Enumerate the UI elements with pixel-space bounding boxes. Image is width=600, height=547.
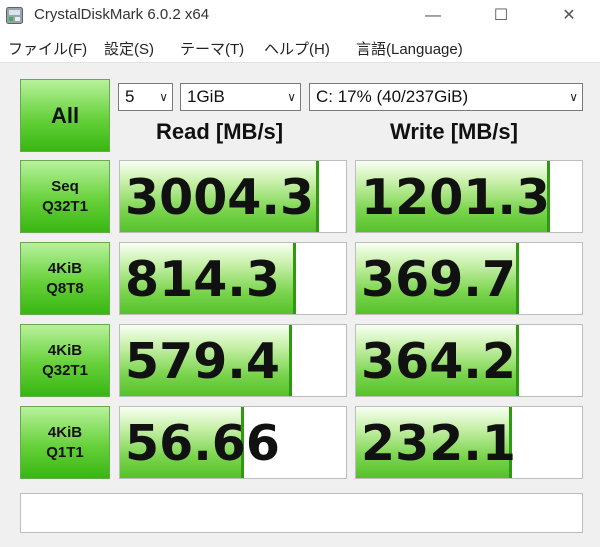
- app-icon: [6, 7, 23, 24]
- write-value: 369.7: [361, 251, 516, 308]
- write-value: 1201.3: [361, 169, 551, 226]
- menu-file[interactable]: ファイル(F): [8, 38, 87, 59]
- menu-settings[interactable]: 設定(S): [104, 38, 154, 59]
- write-header: Write [MB/s]: [390, 119, 518, 144]
- comment-input[interactable]: [20, 493, 583, 533]
- chevron-down-icon: ∨: [287, 90, 296, 104]
- title-bar: CrystalDiskMark 6.0.2 x64 — ☐ ✕: [0, 0, 600, 32]
- read-result-cell: 3004.3: [119, 160, 347, 233]
- seq-q32t1-button[interactable]: Seq Q32T1: [20, 160, 110, 233]
- read-result-cell: 56.66: [119, 406, 347, 479]
- write-value: 364.2: [361, 333, 516, 390]
- read-value: 3004.3: [125, 169, 315, 226]
- read-result-cell: 814.3: [119, 242, 347, 315]
- row-label-line2: Q8T8: [46, 279, 84, 297]
- menu-bar: ファイル(F) 設定(S) テーマ(T) ヘルプ(H) 言語(Language): [0, 32, 600, 63]
- read-value: 579.4: [125, 333, 280, 390]
- read-value: 56.66: [125, 415, 280, 472]
- read-result-cell: 579.4: [119, 324, 347, 397]
- maximize-button[interactable]: ☐: [478, 0, 524, 32]
- minimize-button[interactable]: —: [410, 0, 456, 32]
- test-size-value: 1GiB: [187, 87, 225, 106]
- row-label-line1: 4KiB: [47, 423, 83, 441]
- chevron-down-icon: ∨: [569, 90, 578, 104]
- close-button[interactable]: ✕: [546, 0, 592, 32]
- write-result-cell: 232.1: [355, 406, 583, 479]
- write-result-cell: 1201.3: [355, 160, 583, 233]
- test-size-select[interactable]: 1GiB ∨: [180, 83, 301, 111]
- window-title: CrystalDiskMark 6.0.2 x64: [34, 6, 210, 23]
- test-count-select[interactable]: 5 ∨: [118, 83, 173, 111]
- menu-language[interactable]: 言語(Language): [356, 38, 463, 59]
- menu-theme[interactable]: テーマ(T): [180, 38, 244, 59]
- row-label-line2: Q32T1: [42, 197, 88, 215]
- row-label-line2: Q1T1: [46, 443, 84, 461]
- 4kib-q8t8-button[interactable]: 4KiB Q8T8: [20, 242, 110, 315]
- drive-value: C: 17% (40/237GiB): [316, 87, 469, 106]
- write-result-cell: 364.2: [355, 324, 583, 397]
- row-label-line1: Seq: [51, 177, 79, 195]
- menu-help[interactable]: ヘルプ(H): [264, 38, 330, 59]
- write-value: 232.1: [361, 415, 516, 472]
- 4kib-q32t1-button[interactable]: 4KiB Q32T1: [20, 324, 110, 397]
- row-label-line1: 4KiB: [47, 341, 83, 359]
- row-label-line2: Q32T1: [42, 361, 88, 379]
- 4kib-q1t1-button[interactable]: 4KiB Q1T1: [20, 406, 110, 479]
- read-value: 814.3: [125, 251, 280, 308]
- row-label-line1: 4KiB: [47, 259, 83, 277]
- read-header: Read [MB/s]: [156, 119, 284, 144]
- drive-select[interactable]: C: 17% (40/237GiB) ∨: [309, 83, 583, 111]
- chevron-down-icon: ∨: [159, 90, 168, 104]
- test-count-value: 5: [125, 87, 135, 106]
- write-result-cell: 369.7: [355, 242, 583, 315]
- all-button[interactable]: All: [20, 79, 110, 152]
